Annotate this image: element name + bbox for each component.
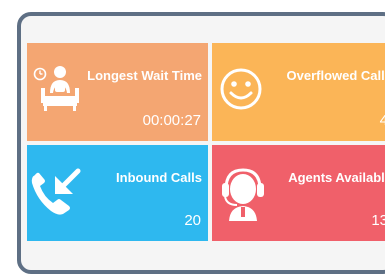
smiley-face-icon	[219, 67, 263, 111]
longest-wait-time-value: 00:00:27	[142, 112, 201, 129]
waiting-person-clock-icon	[31, 63, 89, 113]
inbound-calls-label: Inbound Calls	[116, 170, 202, 185]
overflowed-calls-label: Overflowed Calls	[286, 68, 385, 83]
longest-wait-time-label: Longest Wait Time	[87, 68, 202, 83]
inbound-phone-icon	[29, 167, 85, 219]
inbound-calls-value: 20	[184, 212, 201, 229]
agents-available-value: 13	[371, 212, 385, 229]
overflowed-calls-value: 4	[379, 112, 385, 129]
inbound-calls-tile[interactable]: Inbound Calls 20	[27, 145, 208, 241]
headset-agent-icon	[220, 165, 266, 221]
longest-wait-time-tile[interactable]: Longest Wait Time 00:00:27	[27, 43, 208, 141]
agents-available-tile[interactable]: Agents Available 13	[212, 145, 385, 241]
agents-available-label: Agents Available	[288, 170, 385, 185]
overflowed-calls-tile[interactable]: Overflowed Calls 4	[212, 43, 385, 141]
